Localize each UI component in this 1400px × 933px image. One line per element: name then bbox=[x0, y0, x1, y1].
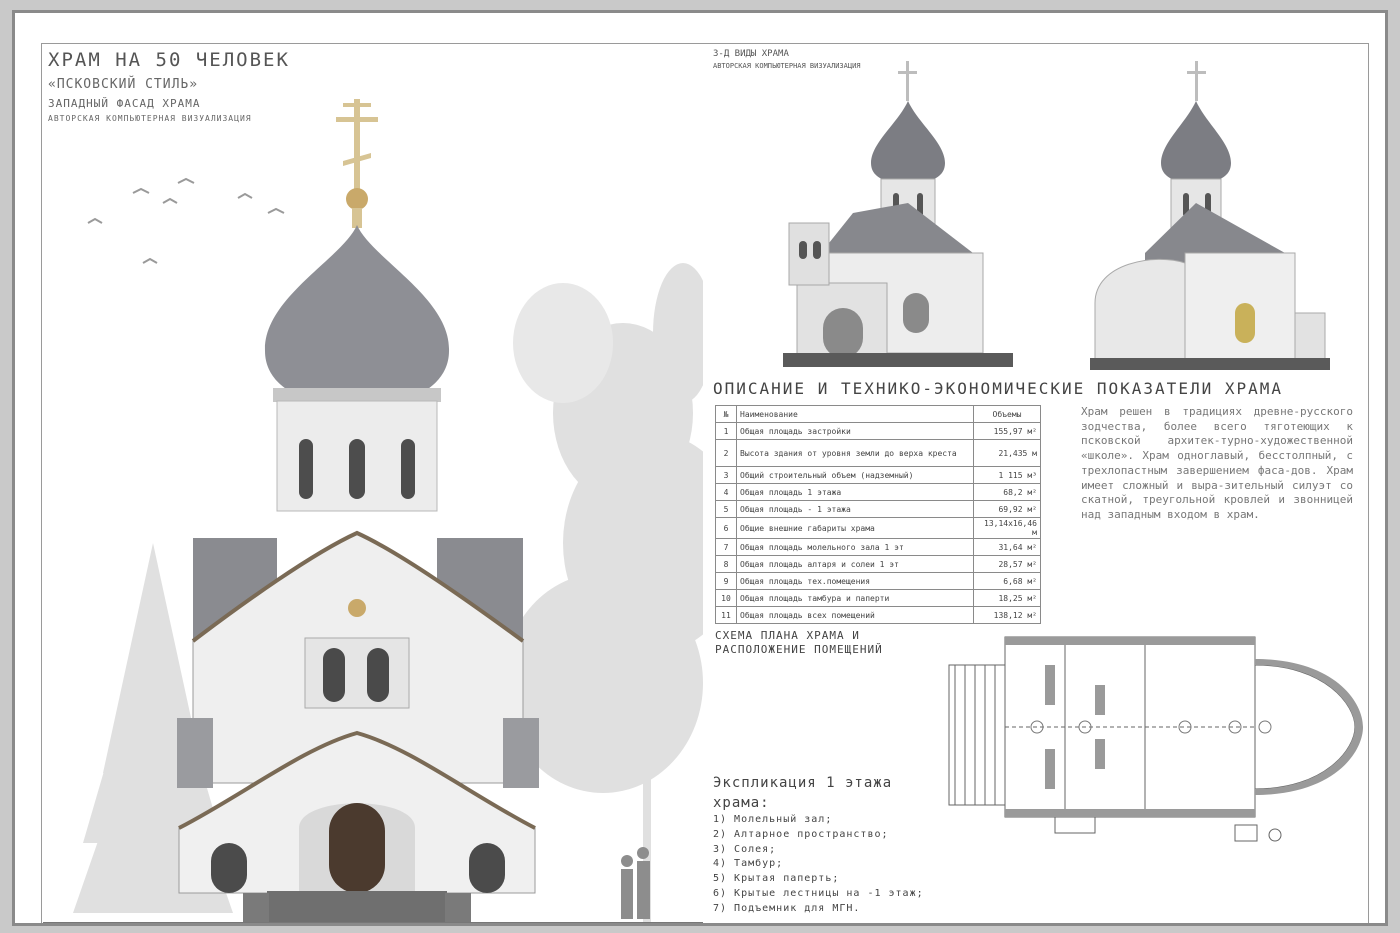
list-item: 1) Молельный зал; bbox=[713, 814, 833, 825]
table-cell: 69,92 м² bbox=[973, 500, 1041, 518]
table-cell: 2 bbox=[715, 439, 737, 467]
table-cell: 6 bbox=[715, 517, 737, 539]
table-cell: Общая площадь алтаря и солеи 1 эт bbox=[736, 555, 974, 573]
plan-title: СХЕМА ПЛАНА ХРАМА И РАСПОЛОЖЕНИЕ ПОМЕЩЕН… bbox=[715, 629, 883, 656]
church-3d-view-rear bbox=[1090, 61, 1330, 370]
list-item: 4) Тамбур; bbox=[713, 858, 784, 870]
table-row: 7 Общая площадь молельного зала 1 эт 31,64… bbox=[715, 538, 1041, 556]
onion-dome bbox=[264, 225, 450, 393]
table-cell: 8 bbox=[715, 555, 737, 573]
table-row: 6 Общие внешние габариты храма 13,14х16,46… bbox=[715, 517, 1041, 539]
table-cell: 155,97 м² bbox=[973, 422, 1041, 440]
church-3d-view-front bbox=[783, 61, 1013, 367]
table-header-cell: Объемы bbox=[973, 405, 1041, 423]
table-row: 11 Общая площадь всех помещений 138,12 м² bbox=[715, 606, 1041, 624]
table-row: 3 Общий строительный объем (надземный) 1 1… bbox=[715, 466, 1041, 484]
cross bbox=[336, 99, 378, 228]
table-header-cell: № bbox=[715, 405, 737, 423]
explication-list: 1) Молельный зал; 2) Алтарное пространст… bbox=[713, 813, 924, 917]
table-cell: Общая площадь молельного зала 1 эт bbox=[736, 538, 974, 556]
table-cell: Общие внешние габариты храма bbox=[736, 517, 974, 539]
table-cell: Общий строительный объем (надземный) bbox=[736, 466, 974, 484]
table-cell: 5 bbox=[715, 500, 737, 518]
list-item: 6) Крытые лестницы на -1 этаж; bbox=[713, 887, 924, 899]
table-cell: 11 bbox=[715, 606, 737, 624]
list-item: 7) Подъемник для МГН. bbox=[713, 902, 861, 914]
people-silhouettes bbox=[621, 847, 650, 919]
table-header-cell: Наименование bbox=[736, 405, 974, 423]
table-cell: 4 bbox=[715, 483, 737, 501]
table-cell: Общая площадь всех помещений bbox=[736, 606, 974, 624]
floor-plan-drawing bbox=[948, 636, 1363, 842]
west-facade-illustration bbox=[43, 99, 703, 923]
table-cell: Общая площадь застройки bbox=[736, 422, 974, 440]
table-cell: Общая площадь тамбура и паперти bbox=[736, 589, 974, 607]
table-header-row: № Наименование Объемы bbox=[715, 405, 1041, 423]
table-cell: 1 bbox=[715, 422, 737, 440]
list-item: 2) Алтарное пространство; bbox=[713, 828, 889, 840]
list-item: 5) Крытая паперть; bbox=[713, 873, 840, 885]
drawing-sheet: ХРАМ НА 50 ЧЕЛОВЕК «ПСКОВСКИЙ СТИЛЬ» ЗАП… bbox=[12, 10, 1388, 926]
table-cell: 6,68 м² bbox=[973, 572, 1041, 590]
table-row: 9 Общая площадь тех.помещения 6,68 м² bbox=[715, 572, 1041, 590]
table-row: 10 Общая площадь тамбура и паперти 18,25 м… bbox=[715, 589, 1041, 607]
table-cell: Общая площадь - 1 этажа bbox=[736, 500, 974, 518]
explication-title: Экспликация 1 этажа храма: bbox=[713, 775, 893, 811]
table-cell: 10 bbox=[715, 589, 737, 607]
table-cell: Общая площадь 1 этажа bbox=[736, 483, 974, 501]
birds bbox=[87, 177, 285, 264]
table-cell: 138,12 м² bbox=[973, 606, 1041, 624]
list-item: 3) Солея; bbox=[713, 843, 777, 855]
table-row: 2 Высота здания от уровня земли до верха … bbox=[715, 439, 1041, 467]
table-cell: 68,2 м² bbox=[973, 483, 1041, 501]
table-row: 5 Общая площадь - 1 этажа 69,92 м² bbox=[715, 500, 1041, 518]
description-title: ОПИСАНИЕ И ТЕХНИКО-ЭКОНОМИЧЕСКИЕ ПОКАЗАТ… bbox=[713, 379, 1284, 398]
table-cell: 28,57 м² bbox=[973, 555, 1041, 573]
table-cell: Общая площадь тех.помещения bbox=[736, 572, 974, 590]
table-row: 1 Общая площадь застройки 155,97 м² bbox=[715, 422, 1041, 440]
table-row: 8 Общая площадь алтаря и солеи 1 эт 28,57 … bbox=[715, 555, 1041, 573]
table-row: 4 Общая площадь 1 этажа 68,2 м² bbox=[715, 483, 1041, 501]
indicators-table: № Наименование Объемы 1 Общая площадь зас… bbox=[715, 405, 1041, 624]
table-cell: 9 bbox=[715, 572, 737, 590]
table-cell: 13,14х16,46 м bbox=[973, 517, 1041, 539]
table-cell: 31,64 м² bbox=[973, 538, 1041, 556]
table-cell: 7 bbox=[715, 538, 737, 556]
table-cell: 1 115 м³ bbox=[973, 466, 1041, 484]
table-cell: 3 bbox=[715, 466, 737, 484]
description-text: Храм решен в традициях древне-русского з… bbox=[1081, 405, 1353, 521]
table-cell: Высота здания от уровня земли до верха к… bbox=[736, 439, 974, 467]
table-cell: 21,435 м bbox=[973, 439, 1041, 467]
table-cell: 18,25 м² bbox=[973, 589, 1041, 607]
sheet-title: ХРАМ НА 50 ЧЕЛОВЕК bbox=[48, 49, 290, 71]
